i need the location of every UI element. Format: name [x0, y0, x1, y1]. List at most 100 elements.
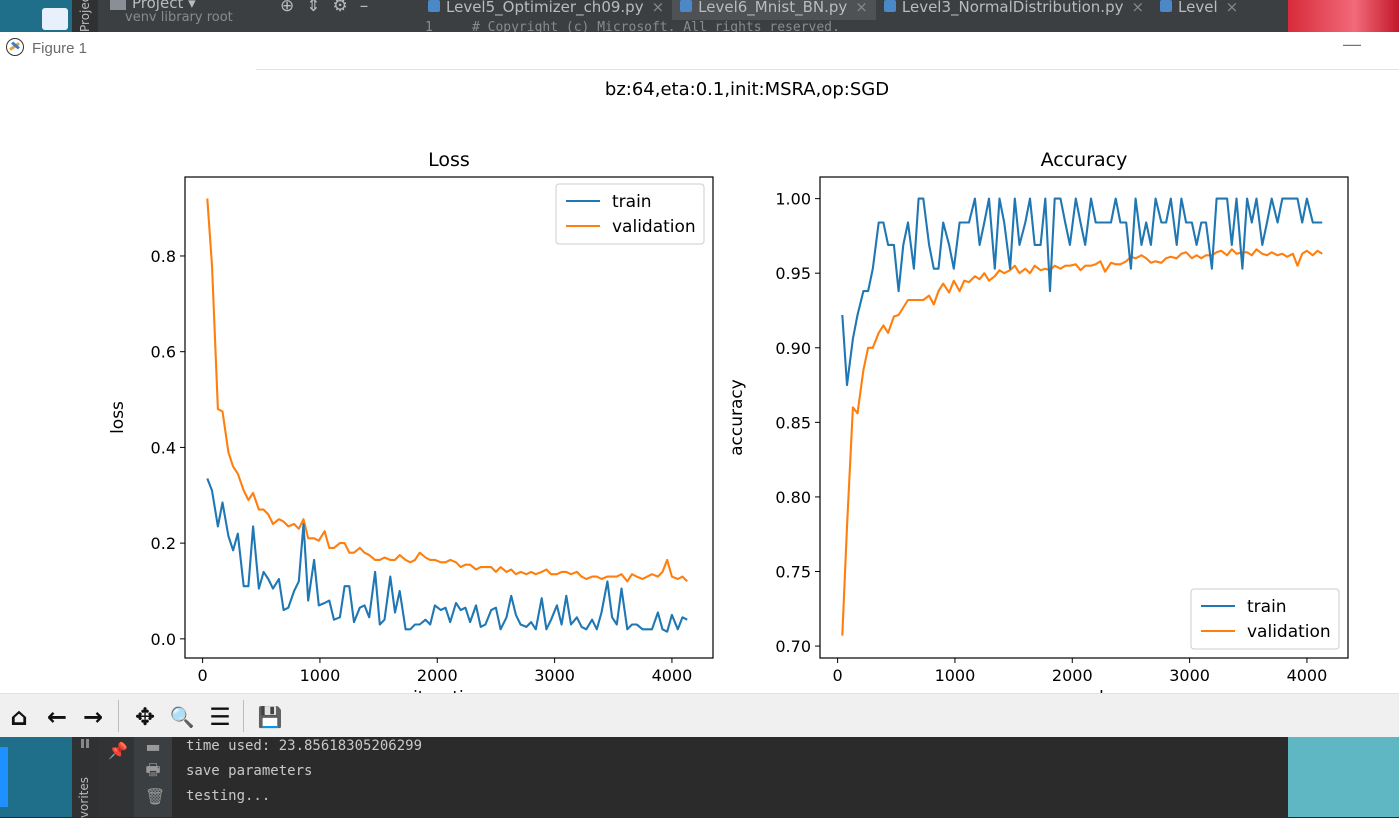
scroll-icon[interactable]: ▬ — [145, 737, 161, 756]
figure-title-bar[interactable]: Figure 1 — — [0, 32, 1399, 70]
accuracy-yaxis-label: accuracy — [727, 379, 747, 456]
editor-tab[interactable]: Level5_Optimizer_ch09.py × — [420, 0, 673, 20]
python-file-icon — [680, 0, 693, 12]
desktop-left-strip — [0, 0, 72, 32]
accuracy-xtick-label: 4000 — [1287, 666, 1328, 685]
accuracy-axes[interactable]: Accuracy 0 1000 2000 3000 4000 0.70 0.75 0.80 0.8… — [727, 149, 1349, 693]
loss-legend-label-train: train — [612, 192, 652, 212]
loss-xtick-label: 0 — [198, 666, 208, 685]
accuracy-ytick-label: 0.85 — [775, 413, 811, 432]
toolbar-separator — [243, 700, 244, 732]
python-file-icon — [428, 0, 440, 12]
collapse-icon[interactable]: ⇕ — [306, 0, 332, 16]
console-output[interactable]: time used: 23.85618305206299 save parame… — [172, 737, 1288, 817]
forward-icon[interactable]: → — [78, 702, 108, 732]
zoom-icon[interactable]: 🔍 — [167, 702, 197, 732]
editor-tab-label[interactable]: Level3_NormalDistribution.py — [902, 0, 1124, 16]
folder-icon — [110, 0, 126, 10]
loss-xtick-label: 4000 — [652, 666, 693, 685]
accuracy-validation-line — [841, 248, 1323, 636]
project-tool-strip[interactable]: Project — [72, 0, 98, 32]
accuracy-xtick-label: 1000 — [935, 666, 976, 685]
accuracy-xtick-label: 2000 — [1052, 666, 1093, 685]
run-console-area: vorites 📌 ▬ 🖶 🗑 time used: 23.8561830520… — [0, 737, 1399, 818]
configure-subplots-icon[interactable]: ☰ — [205, 702, 235, 732]
accuracy-chart-title: Accuracy — [1041, 149, 1128, 171]
accuracy-ytick-label: 0.70 — [775, 637, 811, 656]
desktop-wallpaper — [1288, 0, 1399, 32]
loss-ytick-label: 0.8 — [151, 247, 176, 266]
loss-validation-line — [206, 198, 688, 583]
run-actions-column: ▬ 🖶 🗑 — [134, 737, 172, 817]
loss-legend-label-validation: validation — [612, 217, 696, 237]
project-panel-tools[interactable]: ⊕⇕⚙– — [280, 0, 380, 16]
accuracy-ytick-label: 0.90 — [775, 339, 811, 358]
accuracy-ytick-label: 0.80 — [775, 488, 811, 507]
editor-tab-label[interactable]: Level5_Optimizer_ch09.py — [446, 0, 644, 16]
editor-tab[interactable]: Level3_NormalDistribution.py × — [875, 0, 1153, 20]
trash-icon[interactable]: 🗑 — [145, 787, 165, 806]
print-icon[interactable]: 🖶 — [145, 759, 161, 786]
accuracy-xtick-label: 3000 — [1169, 666, 1210, 685]
structure-icon[interactable] — [81, 739, 90, 748]
python-file-icon — [883, 0, 896, 12]
loss-train-line — [206, 478, 688, 633]
editor-tab-label[interactable]: Level6_Mnist_BN.py — [698, 0, 847, 16]
project-tool-label[interactable]: Project — [78, 0, 92, 32]
loss-yaxis-label: loss — [108, 401, 128, 434]
accuracy-train-line — [841, 197, 1323, 387]
taskbar-app-icon[interactable] — [42, 8, 68, 30]
loss-ytick-label: 0.6 — [151, 343, 176, 362]
editor-tab-label[interactable]: Level — [1178, 0, 1218, 16]
python-file-icon — [1160, 0, 1173, 12]
back-icon[interactable]: ← — [42, 702, 72, 732]
close-icon[interactable]: × — [652, 0, 665, 16]
target-icon[interactable]: ⊕ — [280, 0, 306, 16]
favorites-tool-strip[interactable]: vorites — [72, 737, 98, 818]
close-icon[interactable]: × — [1131, 0, 1144, 16]
venv-tree-row[interactable]: venv library root — [125, 10, 233, 25]
pin-icon[interactable]: 📌 — [108, 741, 128, 760]
loss-ytick-label: 0.4 — [151, 438, 176, 457]
console-line: save parameters — [186, 763, 313, 779]
loss-ytick-label: 0.2 — [151, 534, 176, 553]
accuracy-xtick-label: 0 — [833, 666, 843, 685]
loss-xtick-label: 3000 — [534, 666, 575, 685]
accuracy-axes-frame — [819, 176, 1349, 659]
accuracy-ytick-label: 0.95 — [775, 264, 811, 283]
home-icon[interactable]: ⌂ — [4, 702, 34, 732]
editor-tab-bar: Level5_Optimizer_ch09.py × Level6_Mnist_B… — [420, 0, 1247, 20]
taskbar-highlight — [0, 747, 8, 807]
accuracy-ytick-label: 1.00 — [775, 190, 811, 209]
favorites-label[interactable]: vorites — [77, 777, 91, 818]
run-tool-column: 📌 — [98, 737, 134, 817]
close-icon[interactable]: × — [855, 0, 868, 16]
pan-icon[interactable]: ✥ — [130, 702, 160, 732]
loss-axes-frame — [184, 176, 714, 659]
loss-chart-title: Loss — [428, 149, 470, 171]
loss-xtick-label: 1000 — [300, 666, 341, 685]
console-line: time used: 23.85618305206299 — [186, 738, 423, 754]
figure-suptitle: bz:64,eta:0.1,init:MSRA,op:SGD — [605, 79, 889, 100]
figure-window-title: Figure 1 — [32, 40, 88, 57]
gear-icon[interactable]: ⚙ — [333, 0, 360, 16]
figure-canvas[interactable]: bz:64,eta:0.1,init:MSRA,op:SGD Loss 0 1000… — [0, 70, 1399, 693]
minimize-button[interactable]: — — [1343, 34, 1361, 55]
matplotlib-logo-icon — [6, 38, 24, 56]
editor-tab[interactable]: Level × — [1152, 0, 1247, 20]
desktop-wallpaper-bottom — [1288, 737, 1399, 817]
editor-tab-active[interactable]: Level6_Mnist_BN.py × — [672, 0, 876, 20]
loss-axes[interactable]: Loss010002000300040000.00.20.40.60.8iter… — [108, 149, 714, 693]
desktop-left-strip-bottom — [0, 737, 72, 817]
close-icon[interactable]: × — [1226, 0, 1239, 16]
console-line: testing... — [186, 788, 271, 804]
accuracy-legend-label-validation: validation — [1247, 622, 1331, 642]
figure-window: Figure 1 — bz:64,eta:0.1,init:MSRA,op:SG… — [0, 32, 1399, 737]
save-icon[interactable]: 💾 — [255, 702, 285, 732]
hide-icon[interactable]: – — [360, 0, 381, 16]
loss-ytick-label: 0.0 — [151, 630, 176, 649]
matplotlib-toolbar: ⌂ ← → ✥ 🔍 ☰ 💾 — [0, 693, 1399, 737]
loss-xtick-label: 2000 — [417, 666, 458, 685]
accuracy-ytick-label: 0.75 — [775, 562, 811, 581]
accuracy-legend-label-train: train — [1247, 597, 1287, 617]
